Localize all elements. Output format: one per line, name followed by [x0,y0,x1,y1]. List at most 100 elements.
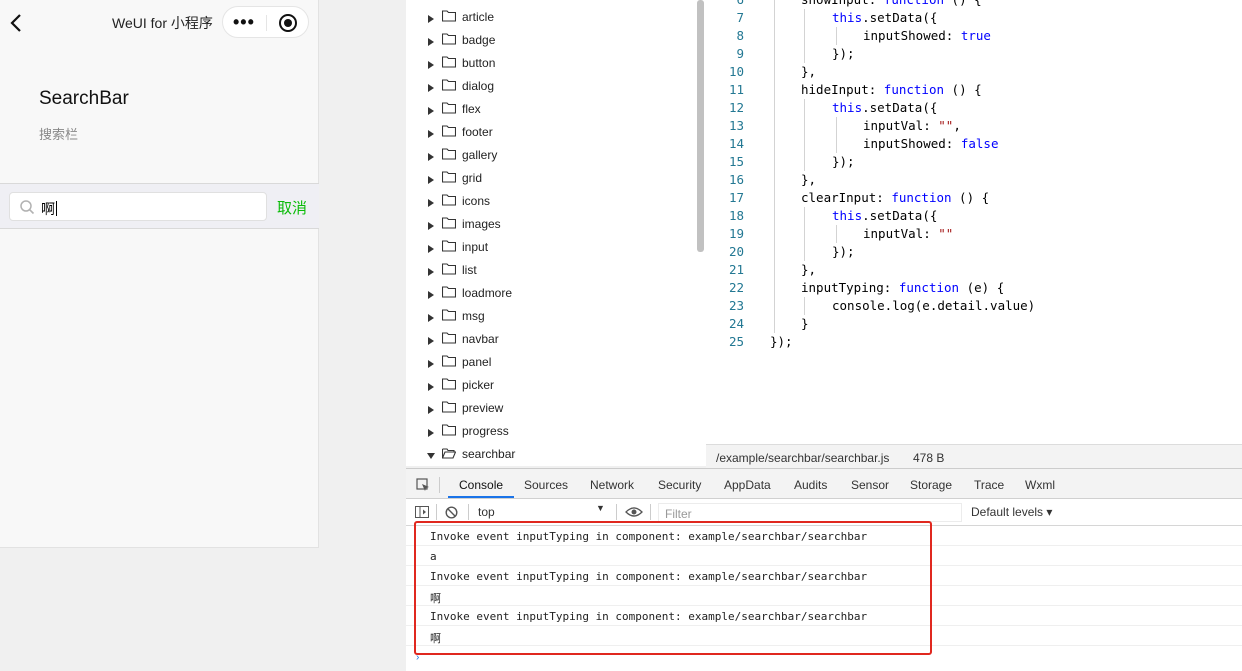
line-number: 14 [728,136,744,151]
tab-trace[interactable]: Trace [974,478,1004,492]
tab-network[interactable]: Network [590,478,634,492]
collapsed-arrow-icon[interactable] [428,84,434,92]
code-line[interactable]: 25}); [706,333,1242,351]
tab-console[interactable]: Console [459,478,503,492]
collapsed-arrow-icon[interactable] [428,176,434,184]
code-line[interactable]: 8 inputShowed: true [706,27,1242,45]
code-line[interactable]: 20}); [706,243,1242,261]
collapsed-arrow-icon[interactable] [428,222,434,230]
tree-folder-input[interactable]: input [406,237,706,260]
code-line[interactable]: 9}); [706,45,1242,63]
tree-folder-icons[interactable]: icons [406,191,706,214]
code-line[interactable]: 23 console.log(e.detail.value) [706,297,1242,315]
context-dropdown-icon[interactable]: ▼ [596,503,605,513]
clear-console-icon[interactable] [445,506,458,519]
filter-input[interactable]: Filter [658,503,962,522]
more-icon[interactable]: ••• [233,11,255,33]
code-line[interactable]: 13 inputVal: "", [706,117,1242,135]
code-line[interactable]: 22 inputTyping: function (e) { [706,279,1242,297]
collapsed-arrow-icon[interactable] [428,406,434,414]
collapsed-arrow-icon[interactable] [428,130,434,138]
inspect-element-icon[interactable] [416,478,430,492]
collapsed-arrow-icon[interactable] [428,429,434,437]
collapsed-arrow-icon[interactable] [428,153,434,161]
tree-folder-navbar[interactable]: navbar [406,329,706,352]
tree-folder-footer[interactable]: footer [406,122,706,145]
code-line[interactable]: 16}, [706,171,1242,189]
tab-sources[interactable]: Sources [524,478,568,492]
indent-guide [774,243,775,261]
code-line[interactable]: 15}); [706,153,1242,171]
tree-folder-picker[interactable]: picker [406,375,706,398]
code-line[interactable]: 12 this.setData({ [706,99,1242,117]
tab-appdata[interactable]: AppData [724,478,771,492]
collapsed-arrow-icon[interactable] [428,107,434,115]
code-text: }); [832,244,855,259]
indent-guide [774,153,775,171]
tree-folder-label: progress [462,424,509,438]
code-line[interactable]: 14 inputShowed: false [706,135,1242,153]
tree-folder-gallery[interactable]: gallery [406,145,706,168]
tree-folder-dialog[interactable]: dialog [406,76,706,99]
folder-icon [442,194,456,206]
code-line[interactable]: 18 this.setData({ [706,207,1242,225]
collapsed-arrow-icon[interactable] [428,314,434,322]
tree-folder-grid[interactable]: grid [406,168,706,191]
tree-folder-images[interactable]: images [406,214,706,237]
close-target-icon[interactable] [279,14,297,32]
eye-icon[interactable] [625,506,643,518]
collapsed-arrow-icon[interactable] [428,15,434,23]
tree-folder-badge[interactable]: badge [406,30,706,53]
simulator-phone: WeUI for 小程序 ••• SearchBar 搜索栏 啊 取消 [0,0,319,548]
highlight-box [414,521,932,655]
tree-folder-msg[interactable]: msg [406,306,706,329]
file-tree-scrollbar[interactable] [697,0,704,252]
sidebar-toggle-icon[interactable] [415,506,429,518]
collapsed-arrow-icon[interactable] [428,383,434,391]
tab-storage[interactable]: Storage [910,478,952,492]
log-levels-dropdown[interactable]: Default levels ▾ [971,505,1052,519]
tree-folder-label: loadmore [462,286,513,300]
back-arrow-icon[interactable] [7,11,25,35]
collapsed-arrow-icon[interactable] [428,38,434,46]
tab-wxml[interactable]: Wxml [1025,478,1055,492]
code-line[interactable]: 7 this.setData({ [706,9,1242,27]
tab-security[interactable]: Security [658,478,701,492]
tree-folder-searchbar[interactable]: searchbar [406,444,706,466]
tree-folder-label: button [462,56,496,70]
code-line[interactable]: 6 showInput: function () { [706,0,1242,9]
tree-folder-article[interactable]: article [406,7,706,30]
tab-sensor[interactable]: Sensor [851,478,889,492]
code-line[interactable]: 19 inputVal: "" [706,225,1242,243]
tree-folder-list[interactable]: list [406,260,706,283]
code-line[interactable]: 21}, [706,261,1242,279]
expanded-arrow-icon[interactable] [427,453,435,459]
code-line[interactable]: 24} [706,315,1242,333]
code-line[interactable]: 10}, [706,63,1242,81]
code-line[interactable]: 17 clearInput: function () { [706,189,1242,207]
tree-folder-loadmore[interactable]: loadmore [406,283,706,306]
tree-folder-panel[interactable]: panel [406,352,706,375]
collapsed-arrow-icon[interactable] [428,268,434,276]
collapsed-arrow-icon[interactable] [428,245,434,253]
collapsed-arrow-icon[interactable] [428,337,434,345]
cancel-button[interactable]: 取消 [277,197,307,218]
tree-folder-flex[interactable]: flex [406,99,706,122]
tree-folder-progress[interactable]: progress [406,421,706,444]
collapsed-arrow-icon[interactable] [428,61,434,69]
collapsed-arrow-icon[interactable] [428,360,434,368]
code-line[interactable]: 11 hideInput: function () { [706,81,1242,99]
tree-folder-button[interactable]: button [406,53,706,76]
context-selector[interactable]: top [478,505,608,519]
code-editor[interactable]: 6 showInput: function () {7 this.setData({… [706,0,1242,444]
tree-folder-label: flex [462,102,481,116]
collapsed-arrow-icon[interactable] [428,199,434,207]
search-bar: 啊 取消 [0,183,319,229]
code-text: }, [801,262,817,277]
search-input[interactable]: 啊 [9,192,267,221]
indent-guide [774,9,775,27]
tree-folder-preview[interactable]: preview [406,398,706,421]
tab-audits[interactable]: Audits [794,478,827,492]
tree-folder-label: picker [462,378,495,392]
collapsed-arrow-icon[interactable] [428,291,434,299]
